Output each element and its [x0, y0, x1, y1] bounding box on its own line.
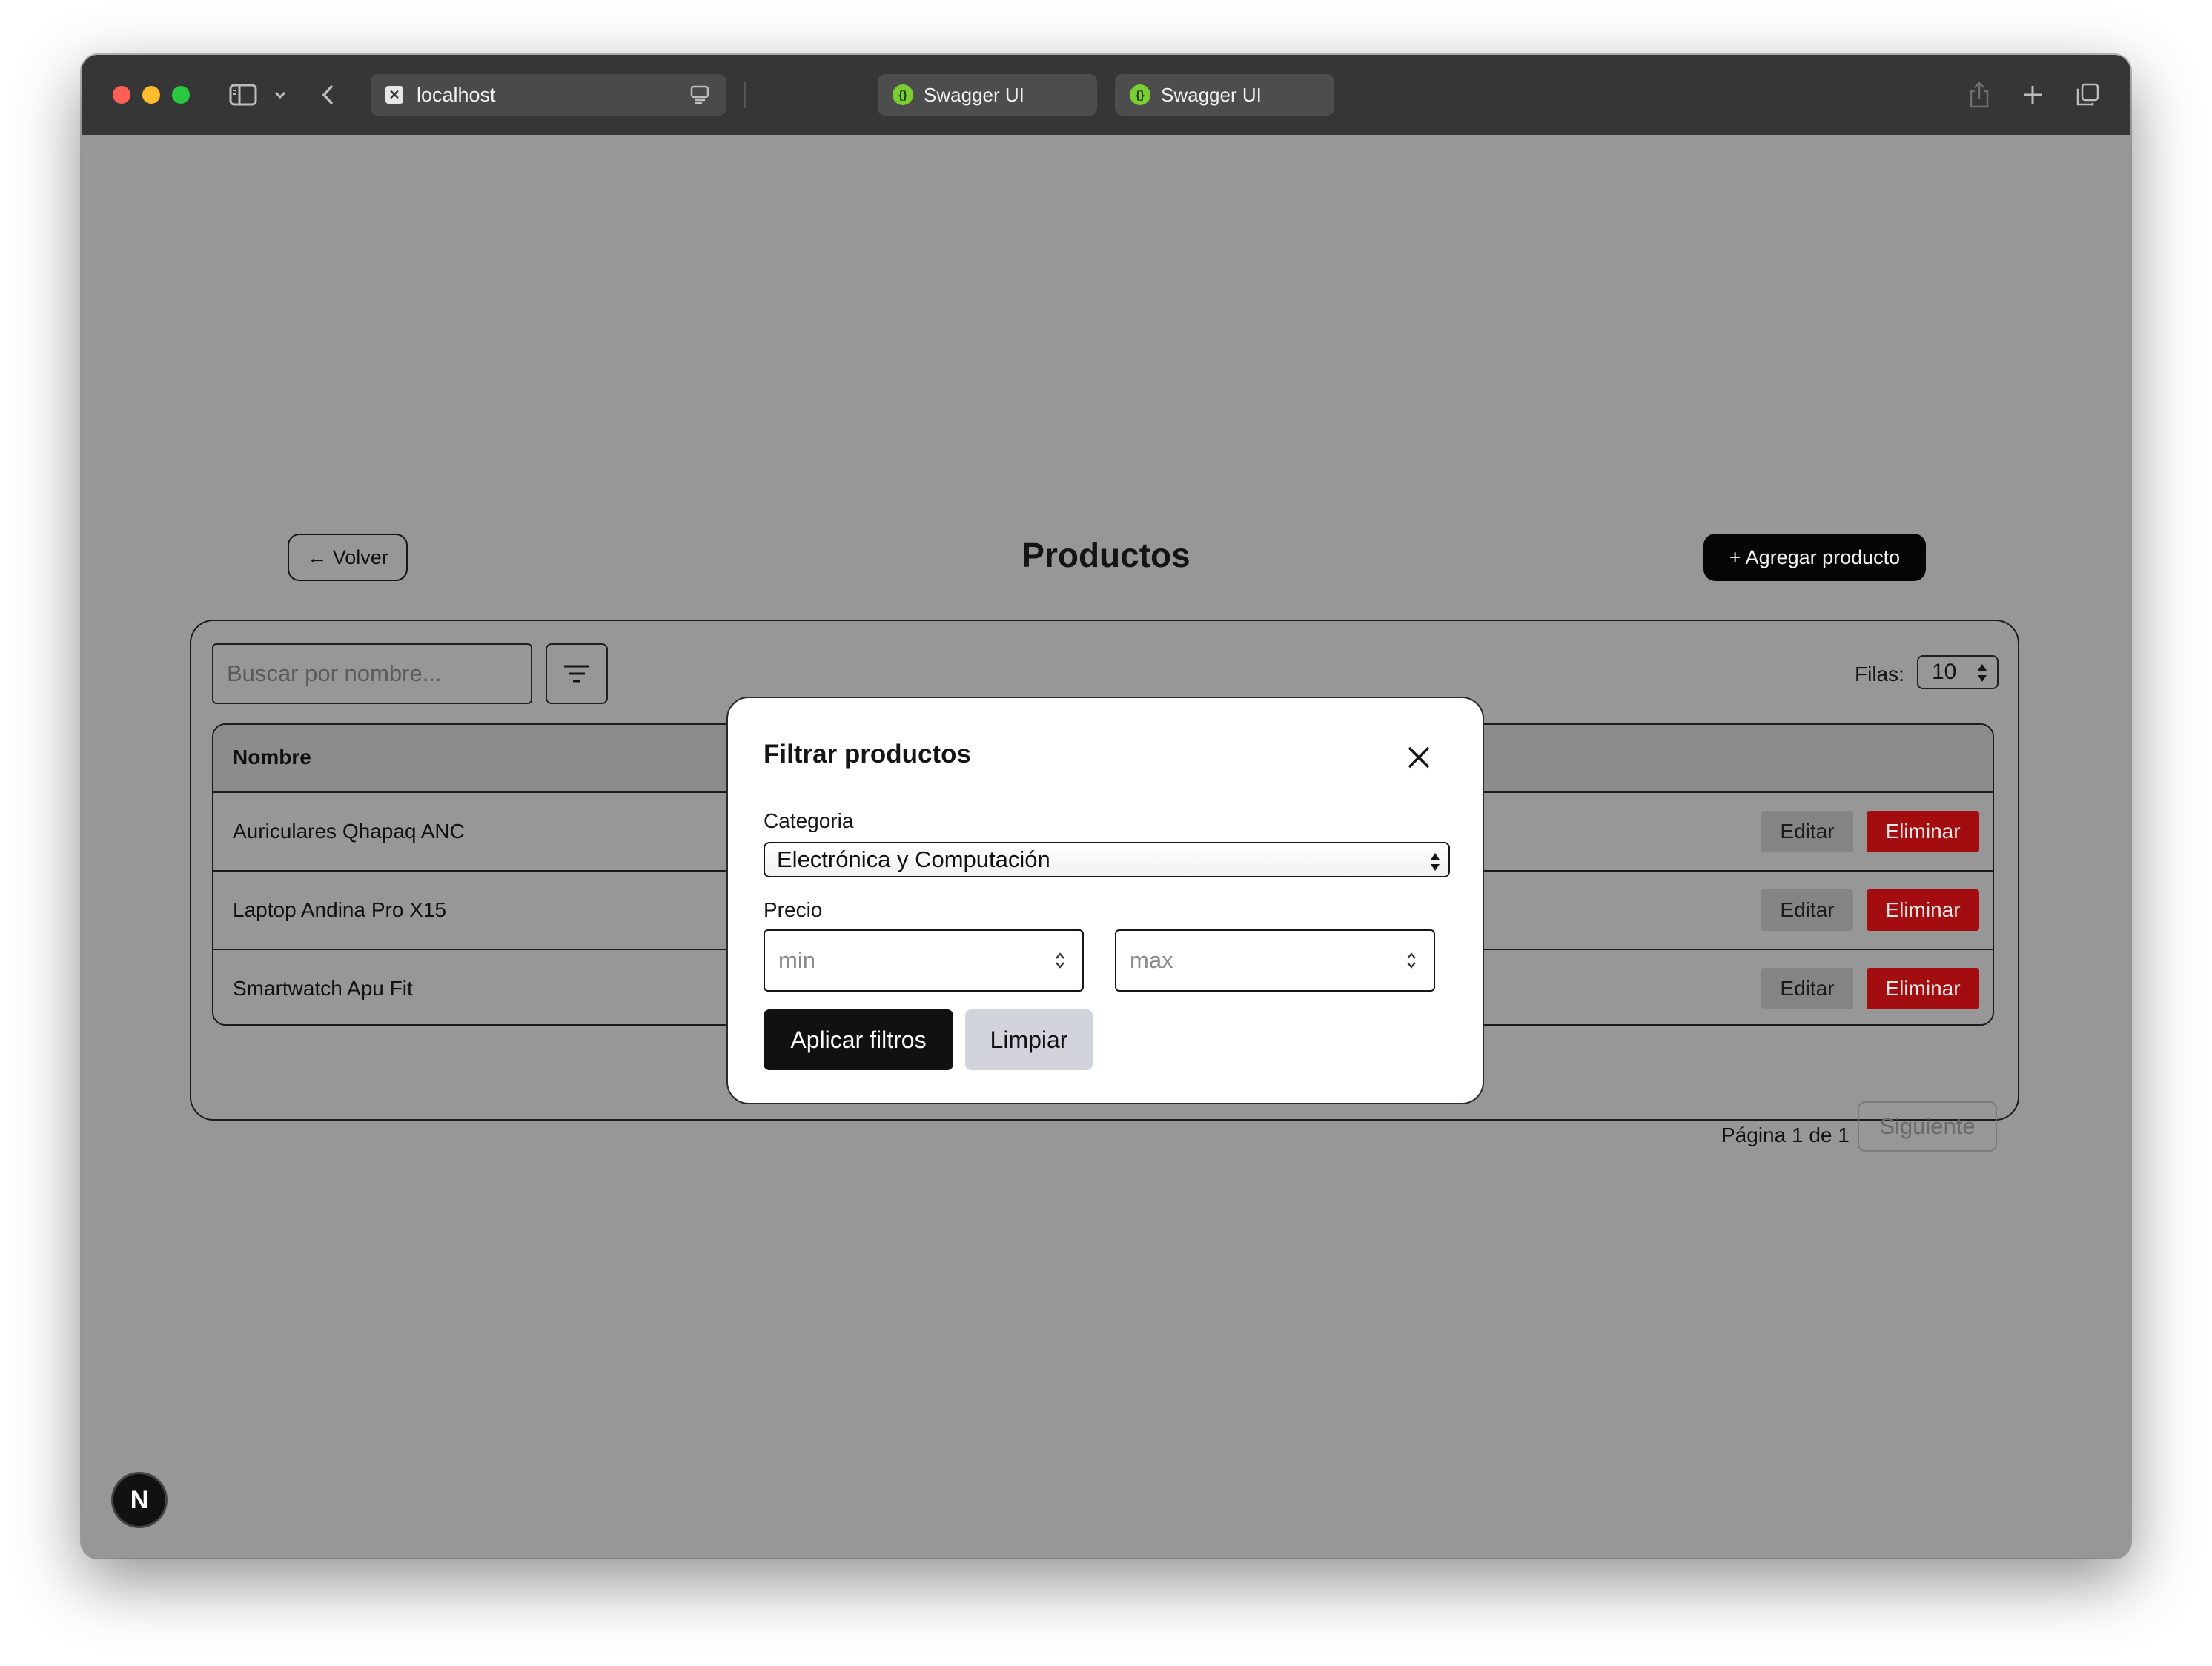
- min-price-input[interactable]: min: [764, 929, 1084, 992]
- category-value: Electrónica y Computación: [777, 846, 1050, 872]
- sidebar-toggle-icon[interactable]: [227, 77, 259, 113]
- stepper-icon[interactable]: [1054, 950, 1066, 977]
- minimize-window-button[interactable]: [142, 86, 160, 104]
- nextjs-dev-badge[interactable]: N: [111, 1472, 168, 1528]
- back-arrow-icon[interactable]: [317, 77, 340, 113]
- search-input[interactable]: Buscar por nombre...: [212, 643, 532, 704]
- browser-tab-2[interactable]: {} Swagger UI: [1115, 74, 1334, 116]
- browser-window: ✕ localhost {} Swagger UI {} Swagger UI …: [82, 55, 2130, 1558]
- filter-modal: Filtrar productos Categoria Electrónica …: [726, 697, 1484, 1104]
- column-header-name: Nombre: [233, 746, 311, 769]
- filter-button[interactable]: [546, 643, 608, 704]
- product-name: Auriculares Qhapaq ANC: [233, 820, 465, 843]
- edit-button[interactable]: Editar: [1761, 889, 1853, 931]
- select-arrows-icon: [1429, 851, 1441, 877]
- chevron-down-icon[interactable]: [271, 77, 289, 113]
- category-select[interactable]: Electrónica y Computación: [764, 842, 1450, 877]
- url-text: localhost: [417, 83, 496, 106]
- delete-button[interactable]: Eliminar: [1867, 968, 1979, 1009]
- new-tab-icon[interactable]: [2018, 77, 2047, 113]
- rows-label: Filas:: [1855, 663, 1904, 686]
- browser-tab-1[interactable]: {} Swagger UI: [878, 74, 1097, 116]
- edit-button[interactable]: Editar: [1761, 811, 1853, 852]
- product-name: Laptop Andina Pro X15: [233, 898, 447, 921]
- address-bar[interactable]: ✕ localhost: [371, 74, 726, 116]
- tab-label: Swagger UI: [1161, 83, 1262, 106]
- add-product-button[interactable]: + Agregar producto: [1703, 534, 1926, 581]
- swagger-icon: {}: [893, 84, 913, 105]
- edit-button[interactable]: Editar: [1761, 968, 1853, 1009]
- max-placeholder: max: [1130, 947, 1173, 973]
- stepper-icon[interactable]: [1405, 950, 1417, 977]
- swagger-icon: {}: [1130, 84, 1150, 105]
- max-price-input[interactable]: max: [1115, 929, 1435, 992]
- rows-value: 10: [1932, 660, 1957, 684]
- min-placeholder: min: [778, 947, 815, 973]
- close-window-button[interactable]: [113, 86, 130, 104]
- next-page-button[interactable]: Siguiente: [1858, 1101, 1997, 1152]
- zoom-window-button[interactable]: [172, 86, 190, 104]
- clear-filters-button[interactable]: Limpiar: [965, 1009, 1093, 1070]
- delete-button[interactable]: Eliminar: [1867, 811, 1979, 852]
- modal-title: Filtrar productos: [764, 740, 972, 769]
- product-name: Smartwatch Apu Fit: [233, 977, 413, 1000]
- apply-filters-button[interactable]: Aplicar filtros: [764, 1009, 953, 1070]
- browser-toolbar: ✕ localhost {} Swagger UI {} Swagger UI: [82, 55, 2130, 135]
- badge-letter: N: [130, 1485, 149, 1514]
- reader-mode-icon[interactable]: [689, 84, 710, 109]
- site-favicon-icon: ✕: [385, 86, 403, 104]
- category-label: Categoria: [764, 809, 854, 832]
- tab-label: Swagger UI: [924, 83, 1024, 106]
- pagination-info: Página 1 de 1: [1721, 1124, 1850, 1146]
- share-icon[interactable]: [1964, 77, 1994, 113]
- page-content: ← Volver Productos + Agregar producto Bu…: [82, 135, 2130, 1558]
- select-arrows-icon: [1976, 663, 1988, 688]
- filter-icon: [564, 665, 589, 683]
- close-icon[interactable]: [1401, 740, 1437, 775]
- rows-per-page-select[interactable]: 10: [1917, 655, 1999, 689]
- delete-button[interactable]: Eliminar: [1867, 889, 1979, 931]
- price-label: Precio: [764, 898, 823, 921]
- toolbar-separator: [744, 82, 746, 108]
- tab-overview-icon[interactable]: [2073, 77, 2102, 113]
